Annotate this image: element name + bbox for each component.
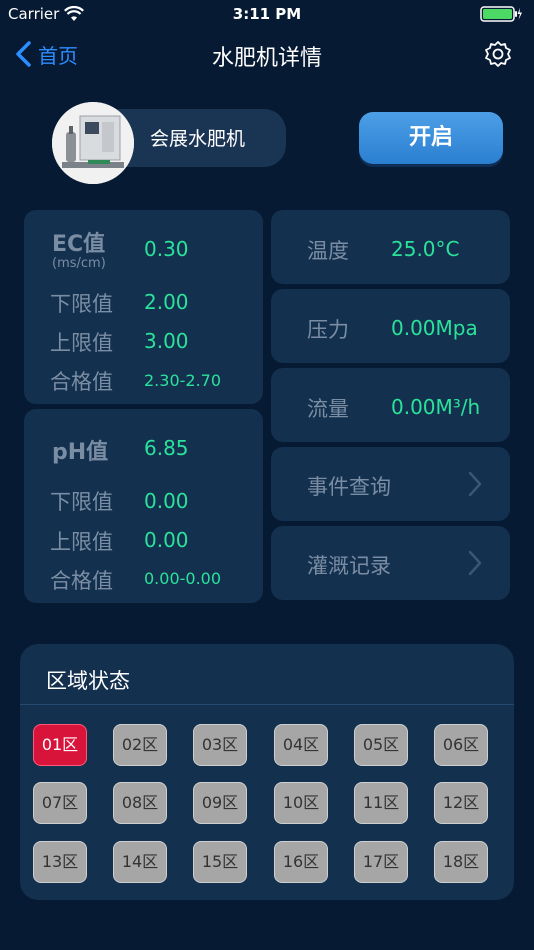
zone-status-section: 区域状态 01区 02区 03区 04区 05区 06区 07区 08区 09区 10区 11区 12… — [20, 644, 514, 900]
flow-panel: 流量 0.00M³/h — [271, 368, 510, 442]
ec-unit: (ms/cm) — [52, 256, 106, 271]
ph-lower-value: 0.00 — [144, 489, 189, 513]
pressure-value: 0.00Mpa — [391, 316, 478, 340]
zone-button-09[interactable]: 09区 — [193, 782, 247, 824]
ec-lower-label: 下限值 — [50, 292, 113, 316]
zone-status-title: 区域状态 — [46, 669, 130, 693]
zone-button-10[interactable]: 10区 — [274, 782, 328, 824]
ph-upper-label: 上限值 — [50, 530, 113, 554]
ec-upper-value: 3.00 — [144, 329, 189, 353]
event-query-button[interactable]: 事件查询 — [271, 447, 510, 521]
temperature-value: 25.0°C — [391, 237, 460, 261]
ph-label: pH值 — [52, 440, 109, 465]
ph-range-value: 0.00-0.00 — [144, 569, 222, 588]
nav-bar: 首页 水肥机详情 — [0, 28, 534, 80]
zone-button-01[interactable]: 01区 — [33, 724, 87, 766]
ph-value: 6.85 — [144, 436, 189, 460]
ph-lower-label: 下限值 — [50, 490, 113, 514]
ec-panel: EC值 (ms/cm) 0.30 下限值 2.00 上限值 3.00 合格值 2… — [24, 210, 263, 404]
zone-button-05[interactable]: 05区 — [354, 724, 408, 766]
gear-icon[interactable] — [484, 40, 512, 68]
flow-value: 0.00M³/h — [391, 395, 481, 419]
ec-value: 0.30 — [144, 237, 189, 261]
zone-button-12[interactable]: 12区 — [434, 782, 488, 824]
zone-button-06[interactable]: 06区 — [434, 724, 488, 766]
device-card: 会展水肥机 — [52, 102, 286, 186]
irrigation-record-button[interactable]: 灌溉记录 — [271, 526, 510, 600]
battery-icon — [480, 6, 522, 22]
zone-button-17[interactable]: 17区 — [354, 841, 408, 883]
temperature-label: 温度 — [307, 239, 349, 263]
zone-button-18[interactable]: 18区 — [434, 841, 488, 883]
zone-button-15[interactable]: 15区 — [193, 841, 247, 883]
ec-range-label: 合格值 — [50, 370, 113, 394]
zone-button-16[interactable]: 16区 — [274, 841, 328, 883]
zone-button-13[interactable]: 13区 — [33, 841, 87, 883]
chevron-right-icon — [468, 471, 482, 497]
zone-button-02[interactable]: 02区 — [113, 724, 167, 766]
flow-label: 流量 — [307, 397, 349, 421]
zone-button-14[interactable]: 14区 — [113, 841, 167, 883]
start-button[interactable]: 开启 — [359, 112, 503, 164]
zone-button-11[interactable]: 11区 — [354, 782, 408, 824]
ec-range-value: 2.30-2.70 — [144, 371, 222, 390]
temperature-panel: 温度 25.0°C — [271, 210, 510, 284]
ec-upper-label: 上限值 — [50, 331, 113, 355]
device-avatar — [52, 102, 134, 184]
device-name: 会展水肥机 — [150, 128, 246, 150]
zone-button-03[interactable]: 03区 — [193, 724, 247, 766]
ph-upper-value: 0.00 — [144, 528, 189, 552]
pressure-panel: 压力 0.00Mpa — [271, 289, 510, 363]
clock: 3:11 PM — [232, 5, 302, 23]
zone-button-04[interactable]: 04区 — [274, 724, 328, 766]
ph-range-label: 合格值 — [50, 569, 113, 593]
event-query-label: 事件查询 — [307, 475, 391, 499]
status-bar: Carrier 3:11 PM — [0, 0, 534, 28]
zone-button-08[interactable]: 08区 — [113, 782, 167, 824]
ph-panel: pH值 6.85 下限值 0.00 上限值 0.00 合格值 0.00-0.00 — [24, 409, 263, 603]
irrigation-record-label: 灌溉记录 — [307, 554, 391, 578]
page-title: 水肥机详情 — [211, 46, 322, 71]
chevron-right-icon — [468, 550, 482, 576]
ec-lower-value: 2.00 — [144, 290, 189, 314]
pressure-label: 压力 — [307, 318, 349, 342]
fertilizer-machine-icon — [52, 102, 134, 184]
ec-label: EC值 — [52, 232, 106, 257]
zone-button-07[interactable]: 07区 — [33, 782, 87, 824]
divider — [20, 704, 514, 705]
